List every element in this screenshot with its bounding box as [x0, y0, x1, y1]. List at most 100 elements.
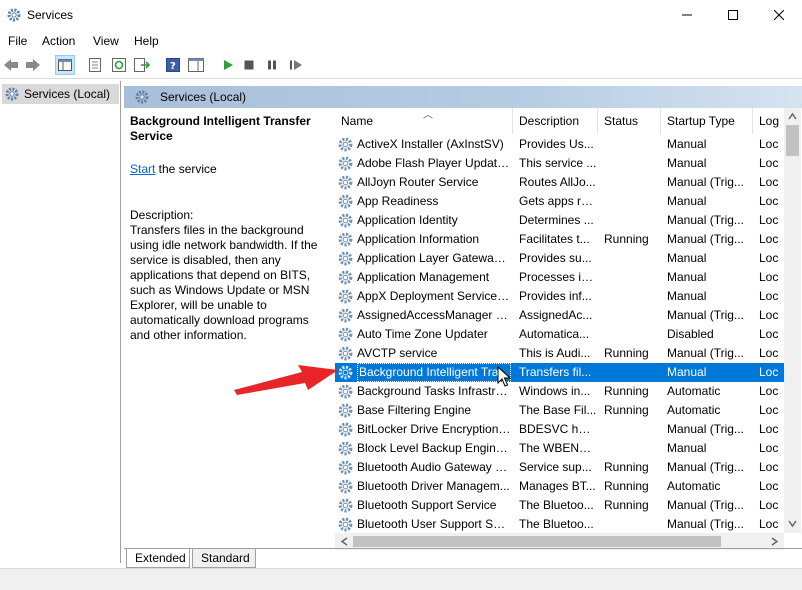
- back-button[interactable]: [2, 56, 20, 74]
- service-gear-icon: [338, 156, 353, 171]
- column-header-startup-type[interactable]: Startup Type: [661, 108, 753, 134]
- column-headers: ︿ Name Description Status Startup Type L…: [335, 108, 802, 134]
- service-gear-icon: [338, 194, 353, 209]
- table-row[interactable]: AppX Deployment Service (... Provides inf…: [335, 287, 797, 306]
- table-row[interactable]: Bluetooth User Support Ser... The Bluetoo…: [335, 515, 797, 533]
- export-icon: [134, 58, 150, 72]
- table-row[interactable]: Application Information Facilitates t... R…: [335, 230, 797, 249]
- column-header-status[interactable]: Status: [598, 108, 661, 134]
- menu-file[interactable]: File: [8, 34, 27, 48]
- cell-description: Provides Us...: [519, 137, 594, 151]
- table-row[interactable]: Block Level Backup Engine ... The WBENG..…: [335, 439, 797, 458]
- cell-startup-type: Manual: [667, 365, 707, 379]
- cell-name: Application Layer Gateway ...: [357, 251, 511, 265]
- column-header-name[interactable]: ︿ Name: [335, 108, 513, 134]
- scroll-down-icon[interactable]: [788, 519, 797, 528]
- cell-startup-type: Manual (Trig...: [667, 175, 744, 189]
- cell-name: Application Management: [357, 270, 490, 284]
- cell-name: Bluetooth Driver Managem...: [357, 479, 510, 493]
- table-row[interactable]: Application Layer Gateway ... Provides su…: [335, 249, 797, 268]
- cell-name: Base Filtering Engine: [357, 403, 472, 417]
- services-gear-icon: [135, 90, 149, 104]
- table-row[interactable]: AssignedAccessManager Se... AssignedAc...…: [335, 306, 797, 325]
- table-row[interactable]: AllJoyn Router Service Routes AllJo... Man…: [335, 173, 797, 192]
- cell-startup-type: Automatic: [667, 403, 721, 417]
- table-row[interactable]: ActiveX Installer (AxInstSV) Provides Us.…: [335, 135, 797, 154]
- stop-service-button[interactable]: [240, 56, 258, 74]
- table-row[interactable]: Adobe Flash Player Update ... This servic…: [335, 154, 797, 173]
- table-row[interactable]: Bluetooth Audio Gateway S... Service sup.…: [335, 458, 797, 477]
- pause-service-button[interactable]: [263, 56, 281, 74]
- toolbar: ?: [0, 52, 802, 79]
- vertical-scrollbar[interactable]: [784, 108, 801, 533]
- horizontal-scroll-thumb[interactable]: [353, 536, 721, 547]
- cell-name: Block Level Backup Engine ...: [357, 441, 511, 455]
- forward-button[interactable]: [24, 56, 42, 74]
- service-gear-icon: [338, 327, 353, 342]
- table-row[interactable]: Background Tasks Infrastru... Windows in.…: [335, 382, 797, 401]
- menu-action[interactable]: Action: [42, 34, 75, 48]
- cell-startup-type: Manual: [667, 156, 707, 170]
- cell-startup-type: Manual (Trig...: [667, 517, 744, 531]
- table-row[interactable]: Auto Time Zone Updater Automatica... Disab…: [335, 325, 797, 344]
- title-bar: Services: [0, 0, 802, 30]
- column-header-description[interactable]: Description: [513, 108, 598, 134]
- properties-button[interactable]: [86, 56, 104, 74]
- show-action-pane-button[interactable]: [187, 56, 205, 74]
- cell-status: Running: [604, 479, 649, 493]
- table-row[interactable]: Bluetooth Driver Managem... Manages BT...…: [335, 477, 797, 496]
- cell-name: AssignedAccessManager Se...: [357, 308, 511, 322]
- table-row[interactable]: BitLocker Drive Encryption ... BDESVC hos…: [335, 420, 797, 439]
- export-list-button[interactable]: [133, 56, 151, 74]
- cell-description: Windows in...: [519, 384, 591, 398]
- close-button[interactable]: [756, 0, 802, 30]
- service-gear-icon: [338, 137, 353, 152]
- menu-bar: File Action View Help: [0, 30, 802, 52]
- service-gear-icon: [338, 232, 353, 247]
- tab-standard[interactable]: Standard: [192, 549, 256, 568]
- cell-startup-type: Manual (Trig...: [667, 422, 744, 436]
- cell-description: The WBENG...: [519, 441, 597, 455]
- tree-node-services-local[interactable]: Services (Local): [2, 84, 119, 104]
- refresh-icon: [112, 58, 126, 72]
- cell-status: [604, 211, 660, 230]
- table-row[interactable]: Application Identity Determines ... Manual…: [335, 211, 797, 230]
- table-row[interactable]: Base Filtering Engine The Base Fil... Runn…: [335, 401, 797, 420]
- vertical-scroll-thumb[interactable]: [786, 125, 799, 156]
- pause-icon: [268, 60, 276, 70]
- help-button[interactable]: ?: [164, 56, 182, 74]
- service-gear-icon: [338, 441, 353, 456]
- cell-name: Background Tasks Infrastru...: [357, 384, 511, 398]
- cell-startup-type: Disabled: [667, 327, 714, 341]
- tab-extended[interactable]: Extended: [126, 549, 190, 568]
- cell-startup-type: Manual: [667, 137, 707, 151]
- menu-help[interactable]: Help: [134, 34, 159, 48]
- table-row[interactable]: App Readiness Gets apps re... Manual Loc: [335, 192, 797, 211]
- maximize-button[interactable]: [710, 0, 756, 30]
- start-service-link[interactable]: Start: [130, 162, 155, 176]
- scroll-up-icon[interactable]: [788, 112, 797, 121]
- minimize-button[interactable]: [664, 0, 710, 30]
- refresh-button[interactable]: [110, 56, 128, 74]
- start-service-button[interactable]: [219, 56, 237, 74]
- cell-name: AllJoyn Router Service: [357, 175, 479, 189]
- scroll-right-icon[interactable]: [770, 537, 779, 546]
- cell-description: Processes in...: [519, 270, 597, 284]
- restart-service-button[interactable]: [287, 56, 305, 74]
- show-console-tree-button[interactable]: [55, 55, 75, 75]
- cell-startup-type: Manual (Trig...: [667, 460, 744, 474]
- stop-icon: [244, 60, 254, 70]
- cell-name: Bluetooth Audio Gateway S...: [357, 460, 511, 474]
- column-startup-label: Startup Type: [667, 114, 735, 128]
- service-gear-icon: [338, 270, 353, 285]
- table-row-selected[interactable]: Background Intelligent Tra... Transfers f…: [335, 363, 797, 382]
- table-row[interactable]: AVCTP service This is Audi... Running Manua…: [335, 344, 797, 363]
- table-row[interactable]: Bluetooth Support Service The Bluetoo... R…: [335, 496, 797, 515]
- cell-description: Provides inf...: [519, 289, 592, 303]
- service-gear-icon: [338, 517, 353, 532]
- scroll-left-icon[interactable]: [340, 537, 349, 546]
- menu-view[interactable]: View: [93, 34, 119, 48]
- table-row[interactable]: Application Management Processes in... Man…: [335, 268, 797, 287]
- services-list: ︿ Name Description Status Startup Type L…: [335, 108, 802, 533]
- selected-service-name: Background Intelligent Transfer Service: [130, 114, 311, 143]
